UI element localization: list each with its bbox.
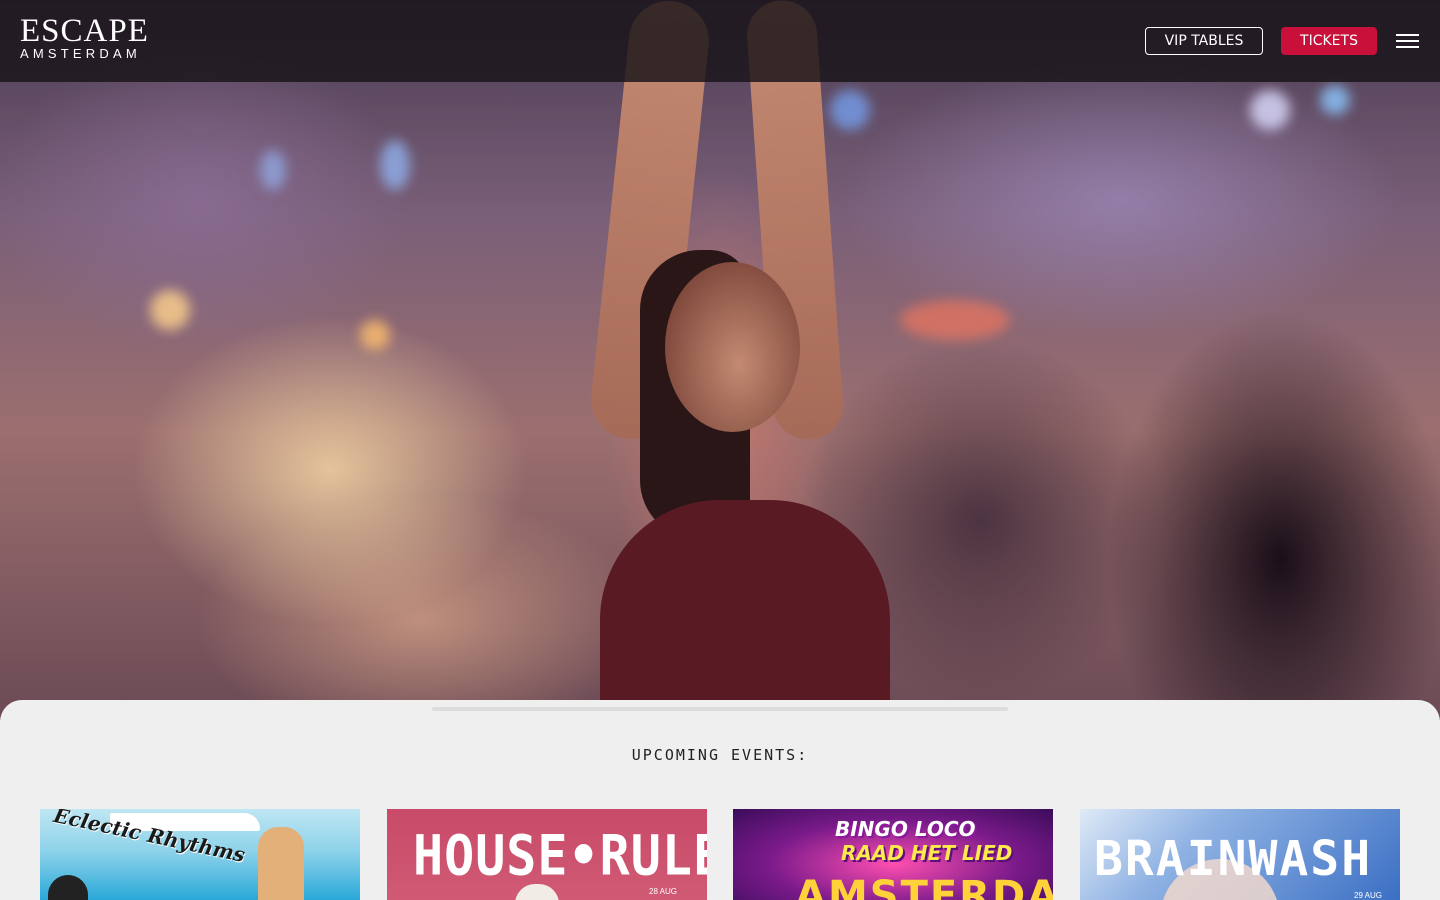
hero-image: [0, 0, 1440, 720]
character-illustration: [258, 827, 304, 900]
event-card-house-rules[interactable]: HOUSE•RULES 28 AUG: [387, 809, 707, 900]
event-date: 29 AUG: [1354, 891, 1383, 900]
event-card-eclectic-rhythms[interactable]: Eclectic Rhythms: [40, 809, 360, 900]
event-title: BRAINWASH: [1094, 831, 1373, 887]
site-header: ESCAPE AMSTERDAM VIP TABLES TICKETS: [0, 0, 1440, 82]
hamburger-menu-icon[interactable]: [1396, 32, 1419, 50]
event-card-brainwash[interactable]: BRAINWASH 29 AUG: [1080, 809, 1400, 900]
scroll-indicator: [432, 707, 1008, 711]
event-title: HOUSE•RULES: [413, 824, 707, 888]
logo-main-text: ESCAPE: [20, 13, 149, 49]
event-date: 28 AUG: [649, 887, 678, 896]
character-illustration: [48, 875, 88, 900]
tickets-button[interactable]: TICKETS: [1281, 27, 1377, 55]
events-panel: UPCOMING EVENTS: Eclectic Rhythms HOUSE•…: [0, 700, 1440, 900]
event-title: BINGO LOCO: [835, 817, 976, 841]
event-subtitle: RAAD HET LIED: [841, 841, 1013, 865]
event-card-bingo-loco[interactable]: BINGO LOCO RAAD HET LIED AMSTERDAM: [733, 809, 1053, 900]
section-title: UPCOMING EVENTS:: [631, 746, 809, 764]
logo[interactable]: ESCAPE AMSTERDAM: [20, 13, 149, 62]
event-city: AMSTERDAM: [795, 873, 1053, 900]
vip-tables-button[interactable]: VIP TABLES: [1145, 27, 1263, 55]
logo-sub-text: AMSTERDAM: [20, 46, 141, 61]
